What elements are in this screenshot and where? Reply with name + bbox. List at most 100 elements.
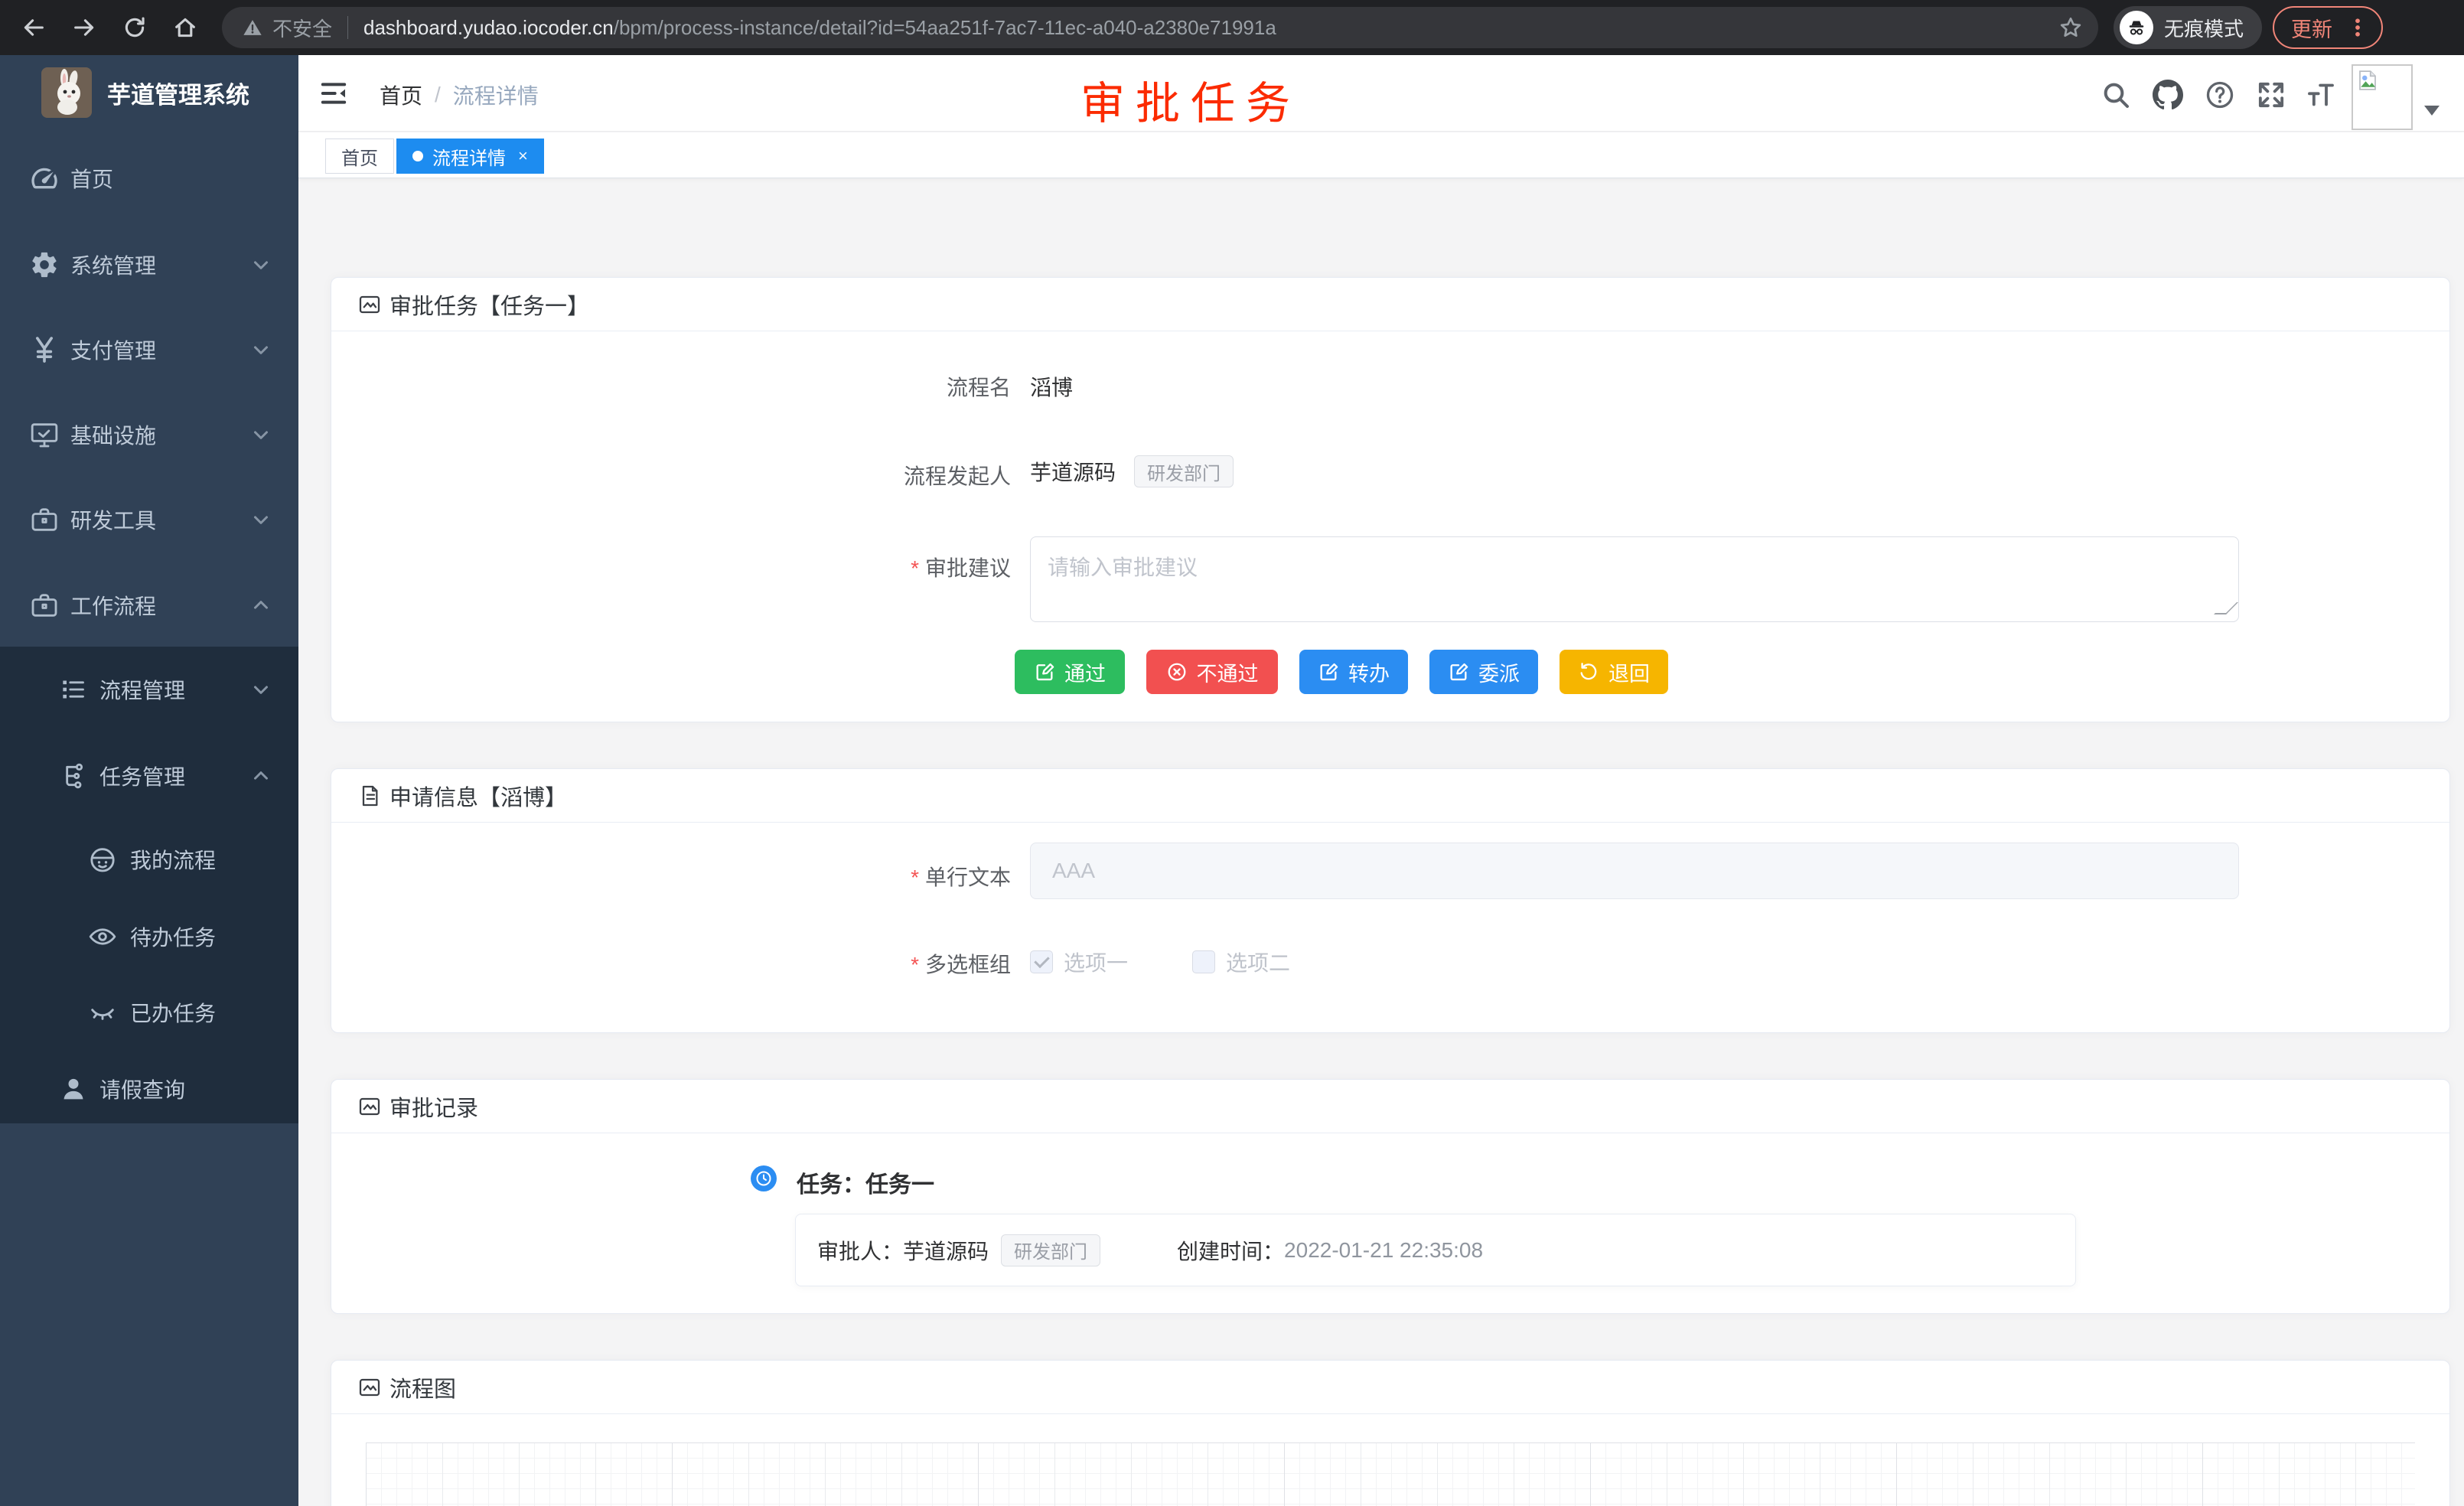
checkbox-checked-icon	[1030, 950, 1053, 973]
required-asterisk: *	[911, 865, 919, 889]
sidebar-item-label: 工作流程	[70, 590, 156, 621]
initiator-value: 芋道源码 研发部门	[1030, 455, 1234, 487]
initiator-dept-tag: 研发部门	[1134, 455, 1234, 487]
approve-button[interactable]: 通过	[1015, 650, 1125, 694]
reject-button[interactable]: 不通过	[1146, 650, 1278, 694]
incognito-icon	[2120, 11, 2153, 44]
tab-close-icon[interactable]: ×	[518, 146, 528, 166]
chevron-down-icon	[249, 423, 272, 446]
home-icon[interactable]	[168, 11, 202, 44]
sidebar-item-workflow[interactable]: 工作流程	[0, 582, 298, 629]
chevron-down-icon	[249, 678, 272, 701]
edit-icon	[1318, 661, 1339, 683]
sidebar-item-process-management[interactable]: 流程管理	[0, 666, 298, 713]
approver-label: 审批人：	[817, 1235, 903, 1266]
help-icon[interactable]	[2205, 80, 2235, 110]
dashboard-icon	[29, 163, 60, 194]
app-logo[interactable]: 芋道管理系统	[41, 67, 249, 118]
sidebar-item-task-management[interactable]: 任务管理	[0, 752, 298, 800]
flow-diagram-card: 流程图	[331, 1360, 2450, 1506]
browser-chrome: 不安全 dashboard.yudao.iocoder.cn/bpm/proce…	[0, 0, 2464, 55]
page-annotation: 审批任务	[1080, 67, 1301, 132]
breadcrumb-home[interactable]: 首页	[380, 80, 422, 110]
button-label: 转办	[1348, 657, 1390, 687]
chevron-up-icon	[249, 594, 272, 617]
button-label: 不通过	[1197, 657, 1259, 687]
security-chip[interactable]: 不安全	[242, 14, 332, 42]
approval-record-card: 审批记录 任务：任务一 审批人： 芋道源码 研发部门 创建时间： 2022-01…	[331, 1079, 2450, 1314]
sidebar-item-payment[interactable]: 支付管理	[0, 326, 298, 373]
checkbox-unchecked-icon	[1192, 950, 1215, 973]
security-label: 不安全	[272, 14, 332, 42]
url-path: /bpm/process-instance/detail?id=54aa251f…	[614, 16, 1276, 39]
single-line-text-input[interactable]	[1030, 843, 2239, 899]
button-label: 委派	[1478, 657, 1520, 687]
sidebar-item-label: 待办任务	[130, 921, 216, 952]
font-size-icon[interactable]	[2306, 80, 2336, 110]
opinion-textarea[interactable]	[1030, 536, 2239, 622]
sidebar-item-label: 基础设施	[70, 419, 156, 450]
delegate-button[interactable]: 委派	[1429, 650, 1538, 694]
sidebar-item-leave-query[interactable]: 请假查询	[0, 1065, 298, 1113]
tab-process-detail[interactable]: 流程详情 ×	[396, 139, 544, 174]
task-title: 任务：任务一	[797, 1165, 934, 1199]
search-icon[interactable]	[2101, 80, 2131, 110]
checkbox-label: 选项一	[1064, 947, 1128, 977]
org-tree-icon	[58, 761, 89, 791]
top-header: 首页 / 流程详情 审批任务	[298, 55, 2464, 132]
return-button[interactable]: 退回	[1560, 650, 1668, 694]
sidebar-collapse-icon[interactable]	[318, 78, 349, 109]
card-title: 审批记录	[389, 1090, 478, 1123]
sidebar-item-todo-tasks[interactable]: 待办任务	[0, 913, 298, 960]
tab-label: 流程详情	[432, 143, 506, 170]
chevron-down-icon	[249, 338, 272, 361]
sidebar-item-label: 流程管理	[99, 674, 185, 705]
sidebar-item-infrastructure[interactable]: 基础设施	[0, 411, 298, 458]
sidebar-item-done-tasks[interactable]: 已办任务	[0, 989, 298, 1036]
breadcrumb-separator: /	[435, 83, 441, 107]
avatar-dropdown-caret-icon[interactable]	[2424, 106, 2440, 116]
sidebar-submenu-background	[0, 647, 298, 1123]
required-asterisk: *	[911, 556, 919, 580]
checkbox-option-1[interactable]: 选项一	[1030, 947, 1128, 977]
sidebar-item-label: 已办任务	[130, 997, 216, 1028]
browser-menu-icon[interactable]	[2346, 16, 2369, 39]
sidebar-item-dev-tools[interactable]: 研发工具	[0, 496, 298, 543]
sidebar-item-system[interactable]: 系统管理	[0, 241, 298, 288]
github-icon[interactable]	[2153, 80, 2183, 110]
list-tree-icon	[58, 674, 89, 705]
circle-close-icon	[1166, 661, 1188, 683]
timeline-clock-icon	[751, 1165, 777, 1191]
tab-label: 首页	[341, 143, 378, 170]
forward-icon[interactable]	[67, 11, 101, 44]
sidebar-item-label: 任务管理	[99, 761, 185, 791]
tab-home[interactable]: 首页	[325, 139, 394, 174]
breadcrumb: 首页 / 流程详情	[380, 80, 539, 110]
checkbox-option-2[interactable]: 选项二	[1192, 947, 1290, 977]
logo-image	[41, 67, 92, 118]
sidebar-item-my-process[interactable]: 我的流程	[0, 836, 298, 883]
bpmn-canvas[interactable]	[366, 1442, 2415, 1506]
briefcase-icon	[29, 504, 60, 535]
card-title: 申请信息【滔博】	[389, 780, 567, 812]
fullscreen-icon[interactable]	[2256, 80, 2286, 110]
back-icon[interactable]	[17, 11, 51, 44]
card-title: 审批任务【任务一】	[389, 288, 589, 321]
transfer-button[interactable]: 转办	[1299, 650, 1408, 694]
address-bar[interactable]: 不安全 dashboard.yudao.iocoder.cn/bpm/proce…	[222, 7, 2098, 48]
avatar[interactable]	[2352, 64, 2413, 130]
browser-update-button[interactable]: 更新	[2273, 6, 2383, 49]
gear-icon	[29, 249, 60, 280]
picture-icon	[357, 292, 382, 317]
suitcase-icon	[29, 590, 60, 621]
user-icon	[58, 1074, 89, 1104]
url-text: dashboard.yudao.iocoder.cn/bpm/process-i…	[363, 16, 2058, 40]
bookmark-star-icon[interactable]	[2058, 15, 2083, 40]
sidebar-item-home[interactable]: 首页	[0, 155, 298, 202]
picture-icon	[357, 1094, 382, 1119]
reload-icon[interactable]	[118, 11, 152, 44]
approver-dept-tag: 研发部门	[1001, 1234, 1100, 1266]
card-header: 审批任务【任务一】	[331, 278, 2449, 331]
eye-closed-icon	[87, 997, 118, 1028]
card-title: 流程图	[389, 1371, 456, 1403]
